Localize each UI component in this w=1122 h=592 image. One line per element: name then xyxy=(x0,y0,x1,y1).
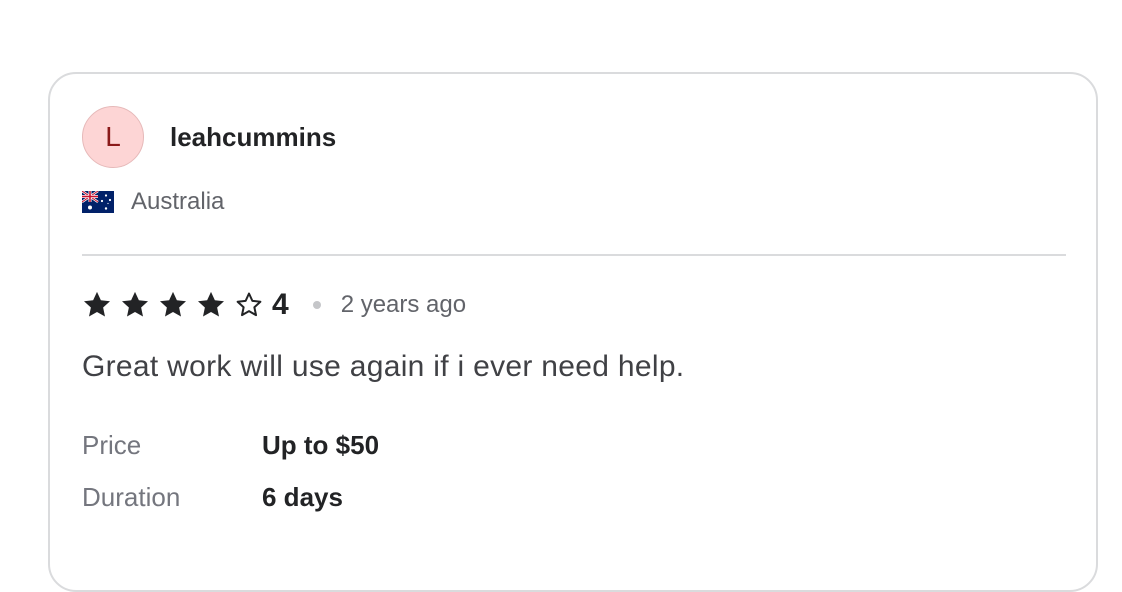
star-filled-icon xyxy=(160,291,186,317)
australia-flag-icon xyxy=(82,191,114,213)
rating-row: 4 2 years ago xyxy=(82,288,466,322)
avatar[interactable]: L xyxy=(82,106,144,168)
review-card: L leahcummins Australia 4 2 years ago Gr… xyxy=(48,72,1098,592)
price-label: Price xyxy=(82,430,142,460)
star-rating xyxy=(82,290,272,320)
review-time: 2 years ago xyxy=(340,291,467,318)
rating-value: 4 xyxy=(272,288,289,321)
avatar-initial: L xyxy=(105,121,121,152)
star-filled-icon xyxy=(84,291,110,317)
star-filled-icon xyxy=(122,291,148,317)
price-value: Up to $50 xyxy=(262,430,380,460)
reviewer-header: L leahcummins xyxy=(82,106,336,168)
separator-dot xyxy=(312,301,321,309)
divider xyxy=(82,254,1066,256)
review-text: Great work will use again if i ever need… xyxy=(82,350,685,383)
reviewer-username[interactable]: leahcummins xyxy=(170,122,336,153)
reviewer-country-row: Australia xyxy=(82,188,224,216)
duration-value: 6 days xyxy=(262,482,343,512)
star-outline-icon xyxy=(236,292,262,317)
duration-label: Duration xyxy=(82,482,181,512)
star-filled-icon xyxy=(198,291,224,317)
duration-row: Duration 6 days xyxy=(82,482,343,513)
price-row: Price Up to $50 xyxy=(82,430,379,461)
reviewer-country: Australia xyxy=(131,188,225,215)
